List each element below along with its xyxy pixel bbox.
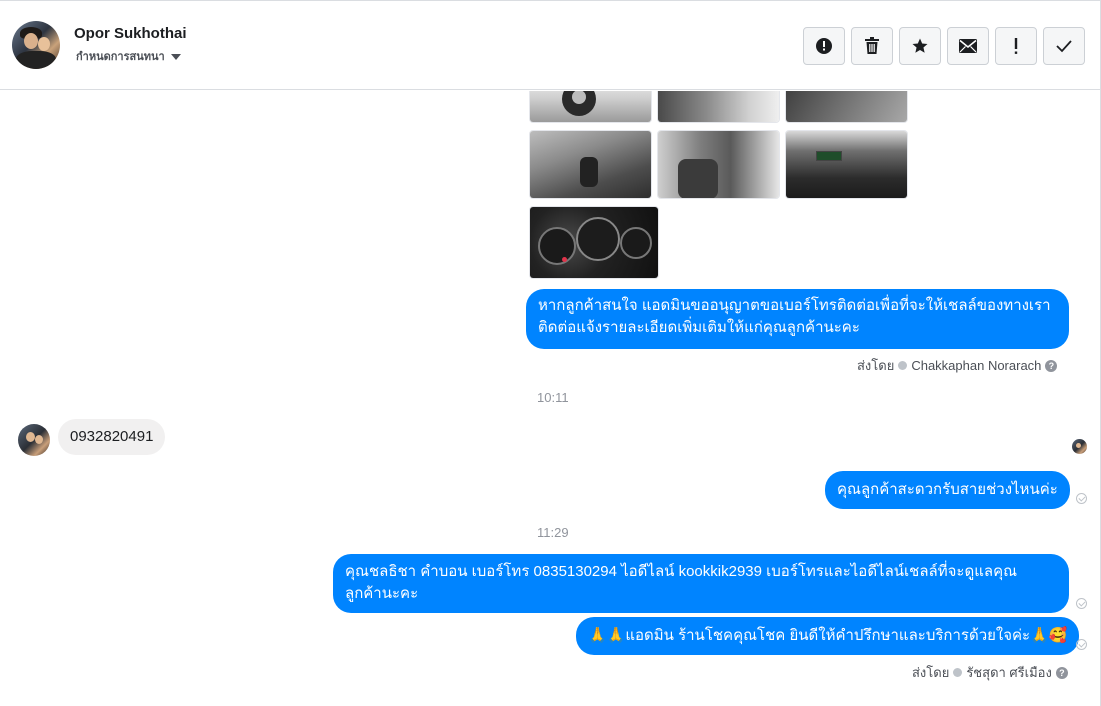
sender-name[interactable]: รัชสุดา ศรีเมือง (966, 662, 1052, 683)
mark-done-button[interactable] (1043, 27, 1085, 65)
car-photo-1[interactable] (529, 91, 652, 123)
message-line: หากลูกค้าสนใจ แอดมินขออนุญาตขอเบอร์โทรติ… (538, 297, 1051, 314)
envelope-icon (959, 39, 977, 53)
contact-avatar[interactable] (12, 21, 60, 69)
sent-by-info: ส่งโดย รัชสุดา ศรีเมือง ? (912, 662, 1068, 683)
important-button[interactable] (995, 27, 1037, 65)
sent-by-info: ส่งโดย Chakkaphan Norarach ? (857, 355, 1058, 376)
timestamp: 11:29 (537, 525, 569, 540)
delivered-check-icon (1076, 598, 1087, 609)
seen-avatar-icon (1072, 439, 1087, 454)
message-line: ลูกค้านะคะ (345, 585, 419, 602)
sender-dot-icon (953, 668, 963, 677)
delivered-check-icon (1076, 639, 1087, 650)
car-photo-6[interactable] (785, 130, 908, 199)
conversation-toolbar (803, 27, 1085, 65)
sender-name[interactable]: Chakkaphan Norarach (911, 358, 1041, 373)
contact-name[interactable]: Opor Sukhothai (74, 25, 187, 42)
star-icon (912, 38, 928, 53)
car-photo-3[interactable] (785, 91, 908, 123)
delivered-check-icon (1076, 493, 1087, 504)
exclamation-icon (1014, 38, 1018, 54)
outgoing-message[interactable]: คุณชลธิชา คำบอน เบอร์โทร 0835130294 ไอดี… (333, 554, 1069, 613)
trash-icon (865, 37, 879, 54)
help-icon[interactable]: ? (1055, 666, 1068, 679)
car-photo-2[interactable] (657, 91, 780, 123)
message-line: คุณชลธิชา คำบอน เบอร์โทร 0835130294 ไอดี… (345, 563, 1018, 580)
sent-by-prefix: ส่งโดย (857, 358, 895, 373)
message-line: ติดต่อแจ้งรายละเอียดเพิ่มเติมให้แก่คุณลู… (538, 319, 860, 336)
sent-by-prefix: ส่งโดย (912, 665, 950, 680)
outgoing-message[interactable]: หากลูกค้าสนใจ แอดมินขออนุญาตขอเบอร์โทรติ… (526, 289, 1069, 349)
report-button[interactable] (803, 27, 845, 65)
conversation-header: Opor Sukhothai กำหนดการสนทนา (0, 1, 1100, 90)
message-thread[interactable]: หากลูกค้าสนใจ แอดมินขออนุญาตขอเบอร์โทรติ… (0, 91, 1100, 706)
conversation-label-text: กำหนดการสนทนา (76, 51, 165, 63)
help-icon[interactable]: ? (1045, 359, 1058, 372)
sender-dot-icon (898, 361, 908, 370)
outgoing-message[interactable]: 🙏🙏แอดมิน ร้านโชคคุณโชค ยินดีให้คำปรึกษาแ… (576, 617, 1080, 655)
outgoing-message[interactable]: คุณลูกค้าสะดวกรับสายช่วงไหนค่ะ (825, 471, 1070, 509)
checkmark-icon (1056, 40, 1072, 53)
car-photo-7[interactable] (529, 206, 659, 279)
incoming-message[interactable]: 0932820491 (58, 419, 166, 455)
timestamp: 10:11 (537, 390, 569, 405)
car-photo-4[interactable] (529, 130, 652, 199)
caret-down-icon (170, 53, 181, 60)
delete-button[interactable] (851, 27, 893, 65)
inbox-conversation-window: Opor Sukhothai กำหนดการสนทนา หากลูกค้าสน… (0, 0, 1101, 706)
alert-circle-icon (816, 38, 832, 54)
conversation-label-dropdown[interactable]: กำหนดการสนทนา (76, 47, 181, 65)
car-photo-5[interactable] (657, 130, 780, 199)
contact-avatar-small[interactable] (18, 424, 50, 456)
star-button[interactable] (899, 27, 941, 65)
mark-unread-button[interactable] (947, 27, 989, 65)
